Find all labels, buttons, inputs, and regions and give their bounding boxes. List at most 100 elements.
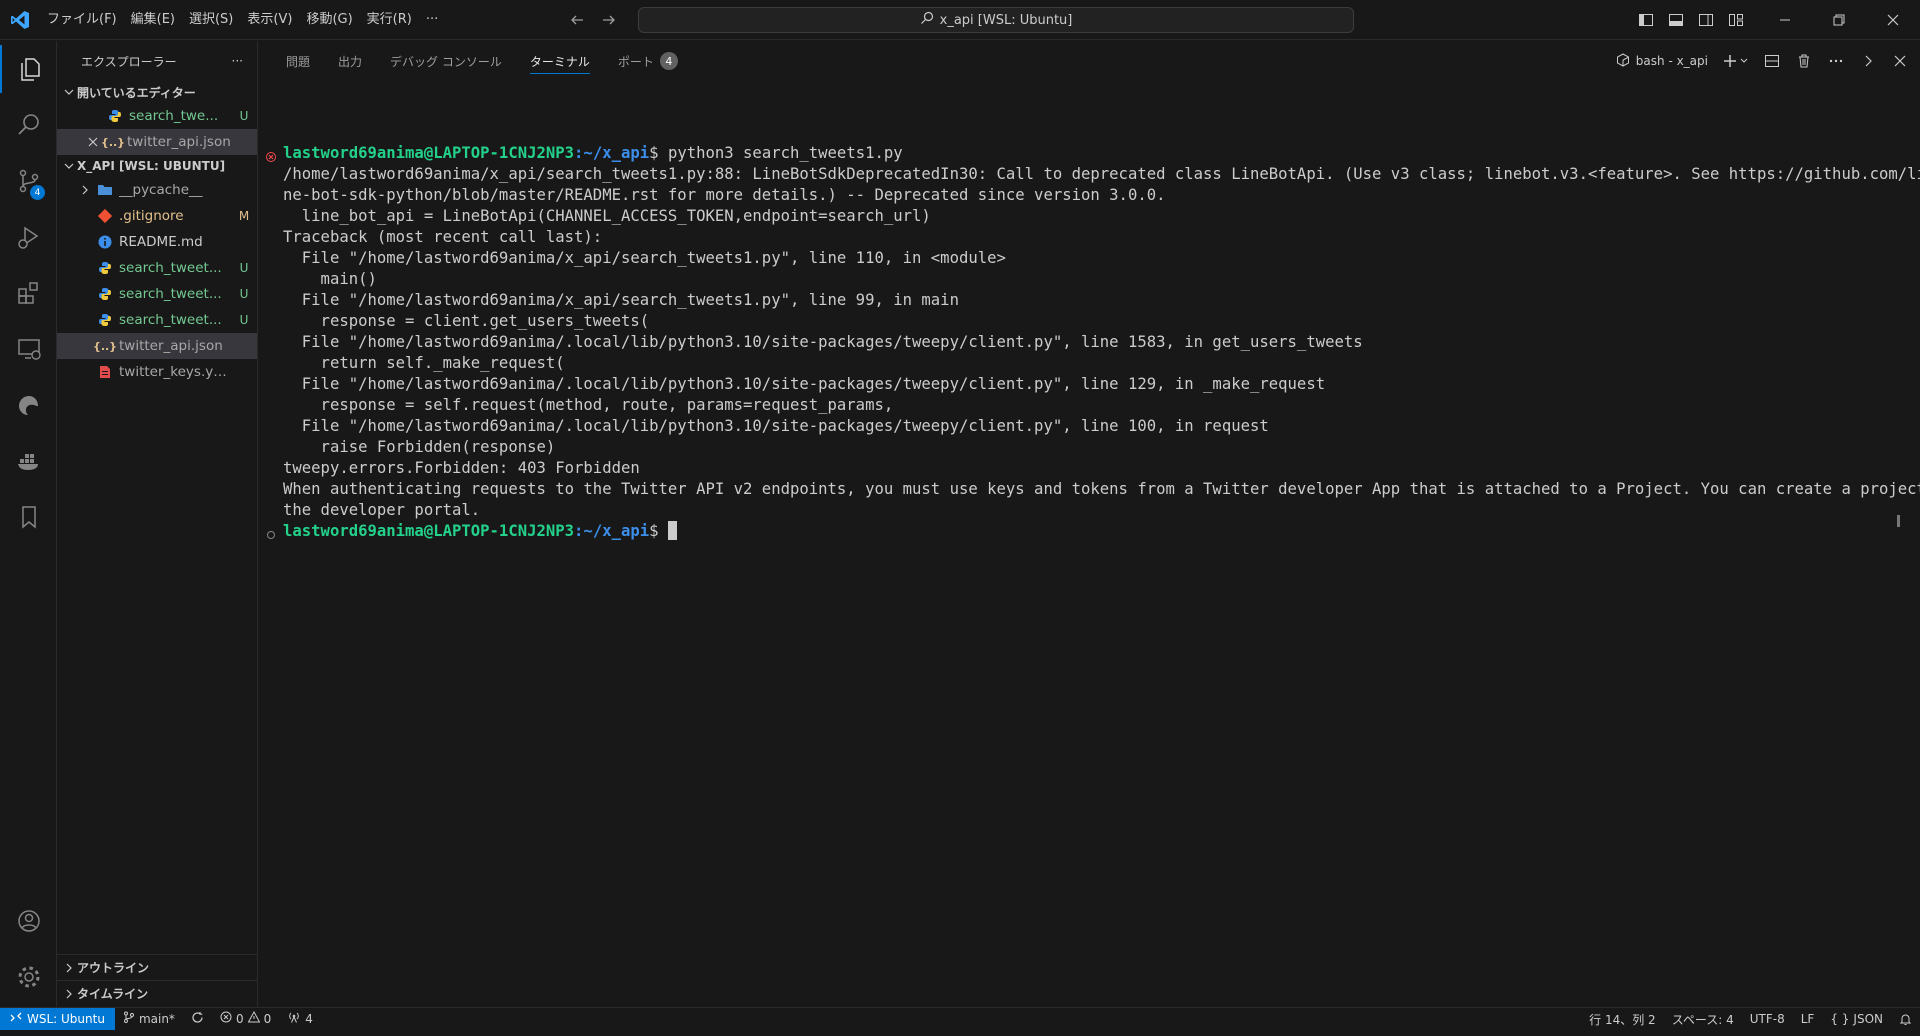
menu-edit[interactable]: 編集(E) — [124, 0, 182, 40]
tab-ports[interactable]: ポート 4 — [604, 41, 692, 81]
extensions-icon[interactable] — [0, 269, 57, 317]
minimize-icon[interactable] — [1758, 0, 1812, 40]
explorer-icon[interactable] — [0, 45, 57, 93]
docker-icon[interactable] — [0, 437, 57, 485]
error-decoration-icon[interactable] — [266, 147, 276, 162]
chevron-right-icon[interactable] — [1858, 51, 1878, 71]
workspace-section[interactable]: X_API [WSL: UBUNTU] — [57, 155, 257, 177]
file-item[interactable]: search_tweet... U — [57, 307, 257, 333]
manage-gear-icon[interactable] — [0, 953, 57, 1001]
toggle-primary-sidebar-icon[interactable] — [1636, 10, 1656, 30]
tab-label: デバッグ コンソール — [390, 54, 502, 69]
scrollbar-marker[interactable] — [1897, 515, 1900, 527]
error-icon — [220, 1011, 232, 1026]
terminal-output[interactable]: lastword69anima@LAPTOP-1CNJ2NP3:~/x_api$… — [258, 101, 1920, 981]
split-terminal-icon[interactable] — [1762, 51, 1782, 71]
toggle-panel-icon[interactable] — [1666, 10, 1686, 30]
tab-terminal[interactable]: ターミナル — [516, 41, 604, 81]
file-item[interactable]: twitter_keys.yaml — [57, 359, 257, 385]
remote-indicator[interactable]: WSL: Ubuntu — [0, 1007, 115, 1030]
toggle-secondary-sidebar-icon[interactable] — [1696, 10, 1716, 30]
menu-view[interactable]: 表示(V) — [240, 0, 299, 40]
folder-item[interactable]: __pycache__ — [57, 177, 257, 203]
cursor-position[interactable]: 行 14、列 2 — [1581, 1008, 1664, 1030]
restore-icon[interactable] — [1812, 0, 1866, 40]
bookmarks-icon[interactable] — [0, 493, 57, 541]
panel: 問題 出力 デバッグ コンソール ターミナル ポート 4 bash - x_ap… — [258, 41, 1920, 1007]
terminal-output-line: File "/home/lastword69anima/x_api/search… — [283, 249, 1006, 267]
explorer-more-button[interactable]: ··· — [232, 54, 243, 68]
customize-layout-icon[interactable] — [1726, 10, 1746, 30]
source-control-icon[interactable]: 4 — [0, 157, 57, 205]
close-panel-icon[interactable] — [1890, 51, 1910, 71]
end-of-line[interactable]: LF — [1793, 1008, 1823, 1030]
menu-go[interactable]: 移動(G) — [299, 0, 359, 40]
accounts-icon[interactable] — [0, 897, 57, 945]
window-controls — [1758, 0, 1920, 40]
terminal-output-line: When authenticating requests to the Twit… — [283, 480, 1920, 498]
command-decoration-icon[interactable] — [266, 525, 276, 539]
menu-file[interactable]: ファイル(F) — [40, 0, 124, 40]
tab-debug-console[interactable]: デバッグ コンソール — [376, 41, 516, 81]
encoding[interactable]: UTF-8 — [1742, 1008, 1793, 1030]
open-editor-item-active[interactable]: {..} twitter_api.json — [57, 129, 257, 155]
problems-indicator[interactable]: 0 0 — [212, 1008, 279, 1030]
close-icon[interactable] — [85, 134, 101, 150]
terminal-command: python3 search_tweets1.py — [667, 144, 903, 162]
chevron-right-icon — [61, 986, 77, 1002]
edge-devtools-icon[interactable] — [0, 381, 57, 429]
window-bottom-edge — [0, 1030, 1920, 1036]
file-item[interactable]: search_tweet... U — [57, 255, 257, 281]
remote-explorer-icon[interactable] — [0, 325, 57, 373]
file-label: __pycache__ — [119, 182, 203, 198]
file-label: twitter_api.json — [119, 338, 223, 354]
terminal-prompt-line[interactable]: lastword69anima@LAPTOP-1CNJ2NP3:~/x_api$ — [283, 521, 677, 542]
radio-tower-icon — [287, 1011, 301, 1026]
new-terminal-icon[interactable] — [1720, 51, 1750, 71]
run-debug-icon[interactable] — [0, 213, 57, 261]
timeline-section[interactable]: タイムライン — [57, 980, 258, 1006]
sync-button[interactable] — [183, 1008, 212, 1030]
branch-indicator[interactable]: main* — [115, 1008, 183, 1030]
command-center-search[interactable]: x_api [WSL: Ubuntu] — [638, 7, 1354, 33]
forward-arrow-icon[interactable] — [600, 11, 618, 29]
terminal-output-line: /home/lastword69anima/x_api/search_tweet… — [283, 165, 1920, 183]
file-item[interactable]: search_tweet... U — [57, 281, 257, 307]
more-actions-icon[interactable] — [1826, 51, 1846, 71]
tab-output[interactable]: 出力 — [324, 41, 376, 81]
notifications-bell-icon[interactable] — [1891, 1008, 1920, 1030]
git-untracked-badge: U — [239, 287, 249, 301]
open-editors-section[interactable]: 開いているエディター — [57, 81, 257, 103]
tab-problems[interactable]: 問題 — [272, 41, 324, 81]
file-label: search_tweet... — [119, 312, 222, 328]
search-view-icon[interactable] — [0, 101, 57, 149]
back-arrow-icon[interactable] — [568, 11, 586, 29]
terminal-output-line: line_bot_api = LineBotApi(CHANNEL_ACCESS… — [283, 207, 931, 225]
open-editor-item[interactable]: search_twe... U — [57, 103, 257, 129]
file-item[interactable]: README.md — [57, 229, 257, 255]
file-item[interactable]: .gitignore M — [57, 203, 257, 229]
branch-name: main* — [138, 1011, 175, 1026]
terminal-cursor — [667, 521, 677, 540]
open-editors-label: 開いているエディター — [77, 85, 196, 100]
yaml-icon — [97, 364, 113, 380]
language-mode[interactable]: { } JSON — [1822, 1008, 1891, 1030]
menu-selection[interactable]: 選択(S) — [182, 0, 240, 40]
python-icon — [97, 312, 113, 328]
file-item-selected[interactable]: {..} twitter_api.json — [57, 333, 257, 359]
terminal-selector[interactable]: bash - x_api — [1616, 52, 1708, 70]
outline-section[interactable]: アウトライン — [57, 954, 258, 980]
git-untracked-badge: U — [239, 109, 249, 123]
terminal-output-line: File "/home/lastword69anima/.local/lib/p… — [283, 375, 1326, 393]
menu-more[interactable]: ··· — [419, 0, 445, 40]
search-icon — [920, 11, 934, 29]
forwarded-ports-indicator[interactable]: 4 — [279, 1008, 321, 1030]
terminal-output-line: response = client.get_users_tweets( — [283, 312, 650, 330]
trash-icon[interactable] — [1794, 51, 1814, 71]
close-window-icon[interactable] — [1866, 0, 1920, 40]
timeline-label: タイムライン — [77, 987, 149, 1001]
file-label: search_tweet... — [119, 260, 222, 276]
remote-icon — [10, 1011, 22, 1026]
indentation[interactable]: スペース: 4 — [1664, 1008, 1742, 1030]
menu-run[interactable]: 実行(R) — [360, 0, 419, 40]
